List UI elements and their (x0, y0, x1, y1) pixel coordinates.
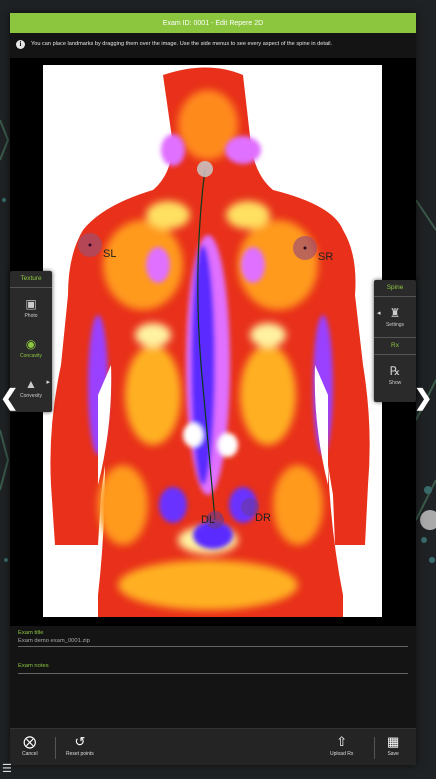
landmark-sl[interactable]: SL (103, 248, 116, 260)
save-label: Save (387, 751, 399, 757)
convexity-icon: ▲ (25, 376, 37, 391)
texture-photo-button[interactable]: ▣ Photo (10, 288, 52, 328)
landmark-dl[interactable]: DL (201, 514, 215, 526)
exam-title-field[interactable]: Exam title Exam demo exam_0001.zip (18, 630, 408, 647)
exam-notes-label: Exam notes (18, 663, 49, 669)
reset-points-button[interactable]: ↺ Reset points (66, 734, 94, 758)
edit-dialog: Exam ID: 0001 - Edit Repere 2D i You can… (10, 13, 416, 765)
upload-label: Upload Rx (330, 751, 354, 757)
exam-title-label: Exam title (18, 630, 44, 636)
dialog-title: Exam ID: 0001 - Edit Repere 2D (10, 13, 416, 33)
photo-icon: ▣ (25, 296, 37, 311)
next-arrow-icon[interactable]: ❯ (414, 385, 432, 411)
texture-concavity-button[interactable]: ◉ Concavity (10, 328, 52, 368)
settings-label: Settings (385, 321, 405, 328)
exam-form: Exam title Exam demo exam_0001.zip Exam … (10, 626, 416, 726)
cancel-icon: ⨂ (23, 734, 37, 749)
concavity-icon: ◉ (25, 336, 37, 351)
back-heatmap-image[interactable]: SL SR DL DR (43, 65, 382, 617)
rx-header: Rx (374, 337, 416, 355)
dialog-footer: ⨂ Cancel ↺ Reset points ⇧ Upload Rx ▦ Sa… (10, 728, 416, 765)
texture-header: Texture (10, 271, 52, 288)
upload-rx-button[interactable]: ⇧ Upload Rx (330, 734, 354, 758)
exam-notes-field[interactable]: Exam notes (18, 663, 408, 674)
divider (55, 737, 56, 759)
spine-settings-button[interactable]: ◂ ♜ Settings (374, 297, 416, 337)
info-text: You can place landmarks by dragging them… (31, 41, 333, 47)
cancel-label: Cancel (22, 751, 38, 757)
upload-icon: ⇧ (336, 734, 348, 749)
landmark-sr[interactable]: SR (318, 251, 333, 263)
info-icon: i (16, 39, 25, 49)
chevron-left-icon: ◂ (377, 310, 381, 317)
divider (374, 737, 375, 759)
reset-label: Reset points (66, 751, 94, 757)
cancel-button[interactable]: ⨂ Cancel (22, 734, 38, 758)
concavity-label: Concavity (20, 352, 42, 359)
spine-panel: Spine ◂ ♜ Settings Rx ℞ Show (374, 280, 416, 402)
exam-notes-value[interactable] (18, 671, 408, 673)
settings-icon: ♜ (389, 305, 401, 320)
save-icon: ▦ (387, 734, 400, 749)
save-button[interactable]: ▦ Save (387, 734, 400, 758)
info-bar: i You can place landmarks by dragging th… (10, 33, 416, 55)
rx-show-button[interactable]: ℞ Show (374, 355, 416, 395)
menu-icon[interactable]: ☰ (2, 762, 12, 775)
previous-arrow-icon[interactable]: ❮ (0, 385, 18, 411)
reset-icon: ↺ (74, 734, 86, 749)
photo-label: Photo (24, 312, 38, 319)
show-label: Show (388, 379, 402, 386)
convexity-label: Convexity (20, 392, 42, 399)
spine-header: Spine (374, 280, 416, 297)
image-viewer: SL SR DL DR Texture ▣ Photo ◉ Concavity … (10, 58, 416, 626)
exam-title-value[interactable]: Exam demo exam_0001.zip (18, 638, 408, 646)
rx-icon: ℞ (389, 363, 401, 378)
chevron-right-icon: ▸ (46, 379, 50, 386)
landmark-dr[interactable]: DR (255, 512, 271, 524)
